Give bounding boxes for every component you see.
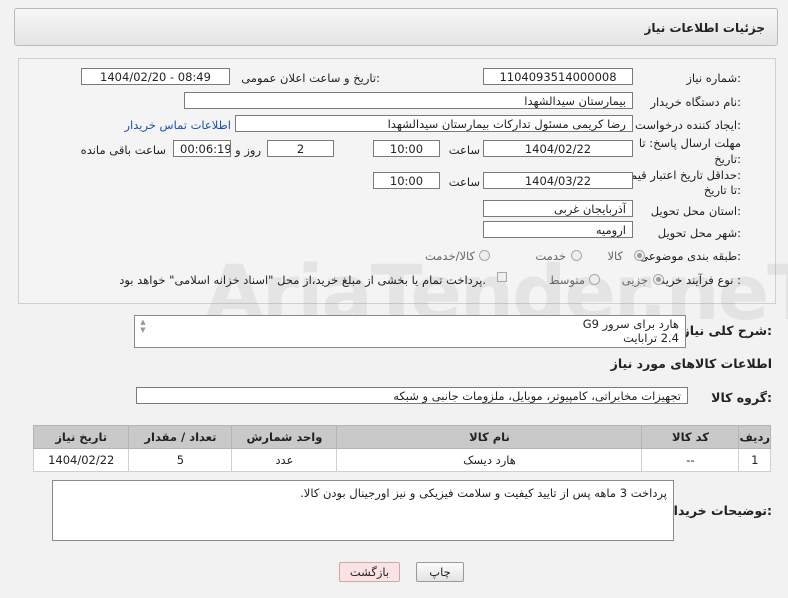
description-label: شرح کلی نیاز:: [682, 323, 773, 338]
goods-table: ردیف کد کالا نام کالا واحد شمارش تعداد /…: [32, 425, 771, 472]
category-radio-goods-service[interactable]: [479, 250, 490, 261]
buyer-notes-label: توضیحات خریدار:: [666, 503, 772, 518]
days-label: روز و: [235, 143, 261, 157]
col-header-unit: واحد شمارش: [231, 425, 338, 449]
price-validity-time-field[interactable]: 10:00: [373, 172, 440, 189]
col-header-quantity: تعداد / مقدار: [128, 425, 233, 449]
buyer-org-label: نام دستگاه خریدار:: [650, 95, 741, 109]
cell-item-name: هارد دیسک: [336, 448, 643, 472]
process-radio-minor[interactable]: [653, 274, 664, 285]
process-option-minor: جزیی: [621, 273, 648, 287]
cell-unit: عدد: [231, 448, 338, 472]
col-header-need-date: تاریخ نیاز: [32, 425, 130, 449]
table-row[interactable]: 1 -- هارد دیسک عدد 5 1404/02/22: [32, 448, 771, 472]
days-remaining-field[interactable]: 2: [267, 140, 334, 157]
page-title: جزئیات اطلاعات نیاز: [644, 21, 765, 35]
price-validity-date-field[interactable]: 1404/03/22: [483, 172, 633, 189]
need-number-field[interactable]: 1104093514000008: [483, 68, 633, 85]
creator-field[interactable]: رضا کریمی مسئول تدارکات بیمارستان سیدالش…: [235, 115, 633, 132]
city-label: شهر محل تحویل:: [657, 226, 741, 240]
goods-group-field[interactable]: تجهیزات مخابراتی، کامپیوتر، موبایل، ملزو…: [136, 387, 688, 404]
back-button[interactable]: بازگشت: [339, 562, 400, 582]
need-number-label: شماره نیاز:: [686, 71, 741, 85]
process-type-label: نوع فرآیند خرید :: [659, 273, 741, 287]
goods-table-header-row: ردیف کد کالا نام کالا واحد شمارش تعداد /…: [32, 425, 771, 449]
col-header-row-number: ردیف: [738, 425, 771, 449]
description-scroll-arrows[interactable]: ▲ ▼: [137, 318, 149, 334]
province-label: استان محل تحویل:: [650, 204, 741, 218]
treasury-payment-note: پرداخت تمام یا بخشی از مبلغ خرید،از محل …: [119, 273, 486, 287]
process-radio-medium[interactable]: [589, 274, 600, 285]
description-line-1: هارد برای سرور G9: [582, 317, 679, 331]
cell-quantity: 5: [128, 448, 233, 472]
treasury-payment-checkbox[interactable]: [497, 272, 507, 282]
category-option-goods: کالا: [607, 249, 623, 263]
cell-row-number: 1: [738, 448, 771, 472]
time-remaining-field[interactable]: 00:06:19: [173, 140, 231, 157]
price-validity-label-line1: حداقل تاریخ اعتبار قیمت:: [619, 168, 741, 182]
header-panel: جزئیات اطلاعات نیاز: [14, 8, 778, 46]
deadline-time-field[interactable]: 10:00: [373, 140, 440, 157]
contact-info-link[interactable]: اطلاعات تماس خریدار: [124, 118, 231, 132]
col-header-item-name: نام کالا: [336, 425, 643, 449]
description-textarea[interactable]: هارد برای سرور G9 2.4 ترابایت: [134, 315, 686, 348]
deadline-label-line2: تاریخ:: [714, 152, 741, 166]
creator-label: ایجاد کننده درخواست:: [635, 118, 741, 132]
announce-label: تاریخ و ساعت اعلان عمومی:: [241, 71, 380, 85]
time-remaining-label: ساعت باقی مانده: [80, 143, 166, 157]
print-button[interactable]: چاپ: [416, 562, 464, 582]
category-option-goods-service: کالا/خدمت: [424, 249, 475, 263]
category-radio-service[interactable]: [571, 250, 582, 261]
cell-need-date: 1404/02/22: [32, 448, 130, 472]
goods-group-label: گروه کالا:: [711, 390, 772, 405]
price-time-label: ساعت: [448, 175, 480, 189]
description-line-2: 2.4 ترابایت: [623, 331, 679, 345]
category-label: طبقه بندی موضوعی:: [639, 249, 741, 263]
city-field[interactable]: ارومیه: [483, 221, 633, 238]
price-validity-label-line2: تا تاریخ:: [703, 183, 741, 197]
category-option-service: خدمت: [535, 249, 566, 263]
col-header-item-code: کد کالا: [641, 425, 740, 449]
buyer-org-field[interactable]: بیمارستان سیدالشهدا: [184, 92, 633, 109]
deadline-label-line1: مهلت ارسال پاسخ: تا: [638, 136, 741, 150]
category-radio-goods[interactable]: [634, 250, 645, 261]
process-option-medium: متوسط: [548, 273, 585, 287]
deadline-time-label: ساعت: [448, 143, 480, 157]
cell-item-code: --: [641, 448, 740, 472]
goods-section-title: اطلاعات کالاهای مورد نیاز: [610, 356, 772, 371]
buyer-notes-textarea[interactable]: پرداخت 3 ماهه پس از تایید کیفیت و سلامت …: [52, 480, 674, 541]
province-field[interactable]: آذربایجان غربی: [483, 200, 633, 217]
announce-datetime-field[interactable]: 1404/02/20 - 08:49: [81, 68, 230, 85]
deadline-date-field[interactable]: 1404/02/22: [483, 140, 633, 157]
